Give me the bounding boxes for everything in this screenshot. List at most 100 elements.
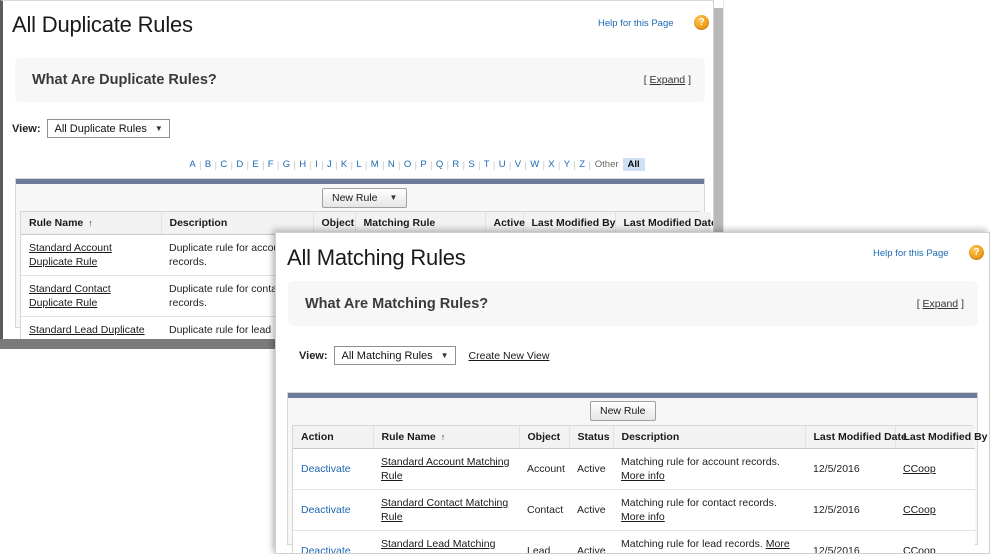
matching-rules-list: New Rule Action Rule Name ↑ Object Status Des…	[287, 392, 988, 553]
alpha-filter-v[interactable]: V	[511, 159, 524, 170]
chevron-down-icon: ▼	[389, 193, 398, 202]
cell-status: Active	[569, 489, 613, 531]
table-row: Deactivate Standard Contact Matching Rule…	[293, 489, 975, 531]
alpha-filter-q[interactable]: Q	[432, 159, 446, 170]
column-header-description[interactable]: Description	[613, 426, 806, 449]
rule-name-link[interactable]: Standard Lead Duplicate Rule	[29, 324, 145, 339]
column-header-label: Description	[169, 217, 228, 229]
help-panel-title: What Are Duplicate Rules?	[32, 72, 217, 88]
column-header-label: Matching Rule	[363, 217, 436, 229]
deactivate-link[interactable]: Deactivate	[301, 545, 351, 553]
last-modified-by-link[interactable]: CCoop	[903, 463, 936, 475]
column-header-object[interactable]: Object	[519, 426, 570, 449]
rule-name-link[interactable]: Standard Lead Matching Rule	[381, 538, 495, 553]
rule-name-link[interactable]: Standard Contact Matching Rule	[381, 497, 508, 523]
alpha-filter-l[interactable]: L	[353, 159, 365, 170]
column-header-rule-name[interactable]: Rule Name ↑	[21, 212, 162, 235]
alpha-filter-f[interactable]: F	[264, 159, 277, 170]
bracket-open: [	[643, 74, 647, 86]
alpha-filter-x[interactable]: X	[545, 159, 558, 170]
alpha-filter-c[interactable]: C	[217, 159, 231, 170]
alpha-filter-b[interactable]: B	[201, 159, 214, 170]
view-select[interactable]: All Matching Rules ▼	[333, 346, 456, 365]
alpha-filter-n[interactable]: N	[384, 159, 398, 170]
alpha-filter-j[interactable]: J	[324, 159, 336, 170]
new-rule-button[interactable]: New Rule	[590, 401, 656, 421]
cell-object: Account	[519, 448, 569, 490]
alpha-filter-o[interactable]: O	[400, 159, 414, 170]
alpha-filter-z[interactable]: Z	[576, 159, 589, 170]
column-header-last-modified-by[interactable]: Last Modified By	[895, 426, 988, 449]
more-info-link[interactable]: More info	[621, 470, 665, 482]
view-bar: View: All Matching Rules ▼ Create New Vi…	[299, 346, 549, 365]
last-modified-by-link[interactable]: CCoop	[903, 504, 936, 516]
alpha-filter-g[interactable]: G	[279, 159, 293, 170]
alpha-filter-t[interactable]: T	[480, 159, 493, 170]
column-header-label: Last Modified Date	[623, 217, 714, 229]
alpha-filter-s[interactable]: S	[465, 159, 478, 170]
column-header-label: Rule Name	[29, 217, 84, 229]
alpha-filter-m[interactable]: M	[367, 159, 382, 170]
new-rule-button[interactable]: New Rule ▼	[322, 188, 408, 208]
column-header-last-modified-date[interactable]: Last Modified Date	[805, 426, 907, 449]
page-title: All Duplicate Rules	[12, 12, 193, 37]
alpha-filter-u[interactable]: U	[495, 159, 509, 170]
table-body: Deactivate Standard Account Matching Rule…	[293, 448, 975, 554]
view-label: View:	[12, 122, 41, 135]
column-header-rule-name[interactable]: Rule Name ↑	[373, 426, 520, 449]
screenshot-stage: All Duplicate Rules Help for this Page ?…	[0, 0, 990, 554]
last-modified-by-link[interactable]: CCoop	[903, 545, 936, 553]
alpha-filter-a[interactable]: A	[186, 159, 199, 170]
column-header-label: Action	[301, 431, 334, 443]
cell-action: Deactivate	[293, 489, 373, 531]
window-all-matching-rules[interactable]: All Matching Rules Help for this Page ? …	[275, 232, 990, 554]
alpha-filter-other[interactable]: Other	[591, 159, 623, 170]
help-question-icon[interactable]: ?	[969, 245, 984, 260]
expand-link[interactable]: Expand	[650, 74, 686, 86]
rule-name-link[interactable]: Standard Account Duplicate Rule	[29, 242, 112, 268]
column-header-action[interactable]: Action	[293, 426, 374, 449]
more-info-link[interactable]: More info	[621, 511, 665, 523]
alpha-filter-e[interactable]: E	[249, 159, 262, 170]
view-select[interactable]: All Duplicate Rules ▼	[46, 119, 170, 138]
alpha-filter-i[interactable]: I	[312, 159, 321, 170]
deactivate-link[interactable]: Deactivate	[301, 504, 351, 516]
bracket-open: [	[916, 297, 920, 310]
cell-rule-name: Standard Account Duplicate Rule	[21, 234, 161, 276]
alpha-filter-y[interactable]: Y	[560, 159, 573, 170]
cell-last-modified-by: CCoop	[895, 531, 975, 553]
alpha-filter-k[interactable]: K	[338, 159, 351, 170]
cell-object: Lead	[527, 545, 551, 554]
alpha-filter-w[interactable]: W	[527, 159, 543, 170]
alpha-filter-r[interactable]: R	[449, 159, 463, 170]
chevron-down-icon: ▼	[154, 123, 163, 133]
rule-name-link[interactable]: Standard Contact Duplicate Rule	[29, 283, 111, 309]
cell-rule-name: Standard Contact Duplicate Rule	[21, 275, 161, 317]
cell-rule-name: Standard Contact Matching Rule	[373, 489, 519, 531]
help-question-icon[interactable]: ?	[694, 15, 709, 30]
cell-last-modified-by: CCoop	[895, 448, 975, 490]
create-new-view-link[interactable]: Create New View	[469, 350, 550, 362]
cell-rule-name: Standard Lead Duplicate Rule	[21, 317, 161, 339]
new-rule-label: New Rule	[600, 405, 646, 417]
sort-ascending-icon: ↑	[88, 218, 93, 228]
view-bar: View: All Duplicate Rules ▼	[12, 119, 170, 138]
expand-link[interactable]: Expand	[923, 298, 959, 310]
chevron-down-icon: ▼	[440, 350, 449, 360]
alpha-filter-all[interactable]: All	[622, 158, 645, 171]
expand-control[interactable]: [ Expand ]	[644, 74, 691, 86]
deactivate-link[interactable]: Deactivate	[301, 463, 351, 475]
alpha-filter-h[interactable]: H	[296, 159, 310, 170]
help-link-label: Help for this Page	[598, 18, 674, 29]
alpha-filter-d[interactable]: D	[233, 159, 247, 170]
help-for-this-page-link[interactable]: Help for this Page	[598, 18, 674, 29]
new-rule-label: New Rule	[332, 192, 378, 204]
expand-control[interactable]: [ Expand ]	[917, 298, 964, 310]
alphabet-filter[interactable]: A | B | C | D | E | F | G | H | I | J | K | L | M | N | O | P | Q | R | S | T |…	[186, 158, 645, 171]
rule-name-link[interactable]: Standard Account Matching Rule	[381, 456, 509, 482]
help-for-this-page-link[interactable]: Help for this Page	[873, 248, 949, 259]
column-header-status[interactable]: Status	[569, 426, 614, 449]
alpha-filter-p[interactable]: P	[417, 159, 430, 170]
list-toolbar: New Rule	[288, 398, 977, 425]
cell-rule-name: Standard Lead Matching Rule	[373, 531, 519, 553]
